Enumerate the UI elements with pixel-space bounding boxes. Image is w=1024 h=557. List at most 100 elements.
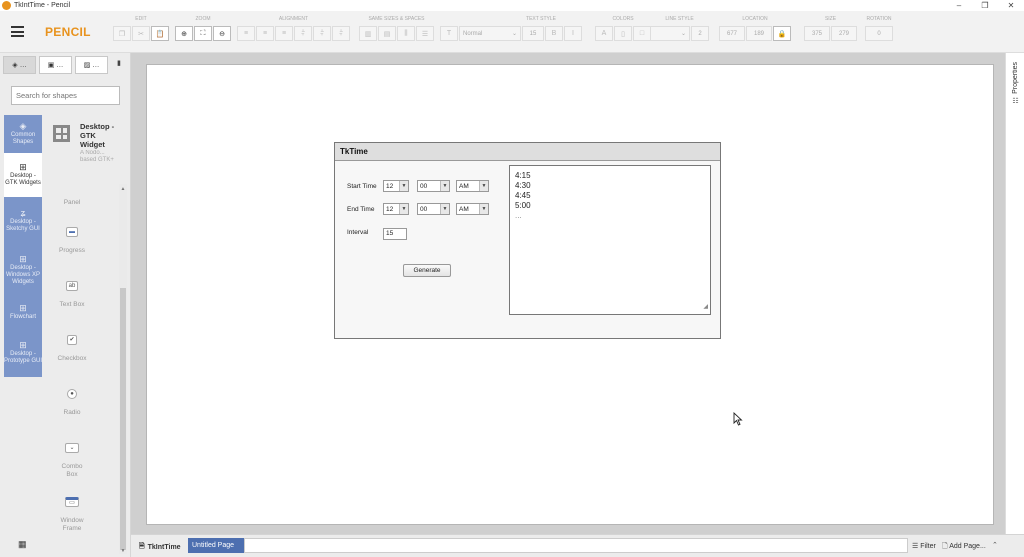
combo-box-icon: ⌄ <box>65 443 79 453</box>
width-field[interactable]: 375 <box>804 26 830 41</box>
line-style-group-label: LINE STYLE <box>665 16 694 22</box>
rotation-group: ROTATION 0 <box>865 16 893 41</box>
category-label: Desktop - Sketchy GUI <box>6 218 40 232</box>
start-hour-select[interactable]: 12 ▼ <box>383 180 409 192</box>
y-field[interactable]: 189 <box>746 26 772 41</box>
maximize-button[interactable]: ❐ <box>972 0 998 11</box>
start-ampm-select[interactable]: AM ▼ <box>456 180 489 192</box>
scroll-up-icon[interactable]: ▲ <box>119 186 127 192</box>
same-width-icon[interactable]: ▥ <box>359 26 377 41</box>
shape-radio[interactable]: ● Radio <box>46 389 98 417</box>
tab-shapes[interactable]: ◈… <box>3 56 36 74</box>
collection-header: Desktop - GTK Widget A Nodo... based GTK… <box>48 119 123 184</box>
output-textarea[interactable]: 4:15 4:30 4:45 5:00 ... ◢ <box>509 165 711 315</box>
generate-button[interactable]: Generate <box>403 264 451 277</box>
end-minute-select[interactable]: 00 ▼ <box>417 203 450 215</box>
shape-list-scrollbar[interactable]: ▲ ▼ <box>119 184 127 554</box>
scrollbar-thumb[interactable] <box>120 288 126 550</box>
category-common-shapes[interactable]: ◈ Common Shapes <box>4 115 42 153</box>
minimize-button[interactable]: – <box>946 0 972 11</box>
output-line: 5:00 <box>515 201 531 210</box>
text-color-button[interactable]: A <box>595 26 613 41</box>
shape-progress[interactable]: ▬ Progress <box>46 227 98 255</box>
tktime-window-mockup[interactable]: TkTime Start Time 12 ▼ 00 ▼ AM ▼ End Tim… <box>334 142 721 339</box>
add-page-icon: 🗋 <box>942 543 948 550</box>
align-right-icon[interactable]: ≡ <box>275 26 293 41</box>
properties-label: Properties <box>1012 62 1019 94</box>
category-sketchy-gui[interactable]: ʑ Desktop - Sketchy GUI <box>4 197 42 245</box>
end-ampm-value: AM <box>459 205 469 213</box>
chevron-up-icon[interactable]: ⌃ <box>992 541 998 549</box>
category-windows-xp[interactable]: ⊞ Desktop - Windows XP Widgets <box>4 245 42 297</box>
align-bottom-icon[interactable]: ⫩ <box>332 26 350 41</box>
line-width-field[interactable]: 2 <box>691 26 709 41</box>
lock-icon[interactable]: 🔒 <box>773 26 791 41</box>
height-field[interactable]: 279 <box>831 26 857 41</box>
zoom-fit-icon[interactable]: ⛶ <box>194 26 212 41</box>
zoom-in-icon[interactable]: ⊕ <box>175 26 193 41</box>
document-tab[interactable]: 🗎 TkIntTime <box>139 542 181 553</box>
filter-button[interactable]: ☰ Filter <box>912 542 936 550</box>
x-field[interactable]: 677 <box>719 26 745 41</box>
fill-color-button[interactable]: ▯ <box>614 26 632 41</box>
start-minute-select[interactable]: 00 ▼ <box>417 180 450 192</box>
interval-input[interactable]: 15 <box>383 228 407 240</box>
scroll-down-icon[interactable]: ▼ <box>119 548 127 554</box>
align-center-icon[interactable]: ≡ <box>256 26 274 41</box>
align-left-icon[interactable]: ≡ <box>237 26 255 41</box>
start-hour-value: 12 <box>386 182 394 190</box>
category-gtk-widgets[interactable]: ⊞ Desktop - GTK Widgets <box>4 153 42 197</box>
shape-label: Progress <box>58 247 85 254</box>
grid-icon: ⊞ <box>19 339 27 350</box>
shape-window-frame[interactable]: ▭ Window Frame <box>46 497 98 533</box>
tab-private-collection[interactable]: ▣… <box>39 56 72 74</box>
cut-icon[interactable]: ✂ <box>132 26 150 41</box>
interval-label: Interval <box>347 229 369 236</box>
bold-button[interactable]: B <box>545 26 563 41</box>
line-style-select[interactable]: ⌄ <box>650 26 690 41</box>
shape-text-box[interactable]: ab Text Box <box>46 281 98 309</box>
hamburger-menu-icon[interactable] <box>11 26 24 37</box>
tab-clipart[interactable]: ▨… <box>75 56 108 74</box>
end-hour-select[interactable]: 12 ▼ <box>383 203 409 215</box>
apps-grid-icon[interactable]: ▦ <box>18 539 27 550</box>
copy-icon[interactable]: ❐ <box>113 26 131 41</box>
rotation-field[interactable]: 0 <box>865 26 893 41</box>
font-select[interactable]: Normal ⌄ <box>459 26 521 41</box>
resize-grip-icon[interactable]: ◢ <box>703 302 708 312</box>
italic-button[interactable]: I <box>564 26 582 41</box>
search-input[interactable] <box>11 86 120 105</box>
zoom-out-icon[interactable]: ⊖ <box>213 26 231 41</box>
shape-checkbox[interactable]: ✔ Checkbox <box>46 335 98 363</box>
collection-description: A Nodo... based GTK+ <box>80 150 114 163</box>
space-vertical-icon[interactable]: ☰ <box>416 26 434 41</box>
same-sizes-group-label: SAME SIZES & SPACES <box>368 16 425 22</box>
add-page-button[interactable]: 🗋 Add Page... <box>942 542 986 553</box>
space-horizontal-icon[interactable]: ⫼ <box>397 26 415 41</box>
close-button[interactable]: ✕ <box>998 0 1024 11</box>
stroke-color-button[interactable]: □ <box>633 26 651 41</box>
properties-tab[interactable]: Properties ☷ <box>1008 62 1023 118</box>
canvas-area: TkTime Start Time 12 ▼ 00 ▼ AM ▼ End Tim… <box>131 53 1005 534</box>
window-frame-icon: ▭ <box>65 497 79 507</box>
paste-icon[interactable]: 📋 <box>151 26 169 41</box>
drawing-page[interactable]: TkTime Start Time 12 ▼ 00 ▼ AM ▼ End Tim… <box>146 64 994 525</box>
end-ampm-select[interactable]: AM ▼ <box>456 203 489 215</box>
text-format-icon[interactable]: T <box>440 26 458 41</box>
grid-icon <box>53 125 70 142</box>
category-label: Desktop - GTK Widgets <box>5 172 41 186</box>
category-flowchart[interactable]: ⊞ Flowchart <box>4 297 42 329</box>
font-size-field[interactable]: 15 <box>522 26 544 41</box>
align-middle-icon[interactable]: ⫩ <box>313 26 331 41</box>
add-page-label: Add Page... <box>949 543 986 550</box>
shape-panel[interactable]: Panel <box>46 199 98 207</box>
pin-icon[interactable]: ▮ <box>117 59 121 67</box>
output-line: 4:30 <box>515 181 531 190</box>
page-tab-untitled[interactable]: Untitled Page <box>188 538 244 553</box>
same-height-icon[interactable]: ▤ <box>378 26 396 41</box>
category-prototype-gui[interactable]: ⊞ Desktop - Prototype GUI <box>4 329 42 377</box>
shape-combo-box[interactable]: ⌄ Combo Box <box>46 443 98 479</box>
font-select-value: Normal <box>463 30 483 37</box>
align-top-icon[interactable]: ⫩ <box>294 26 312 41</box>
grid-icon: ⊞ <box>19 303 27 313</box>
